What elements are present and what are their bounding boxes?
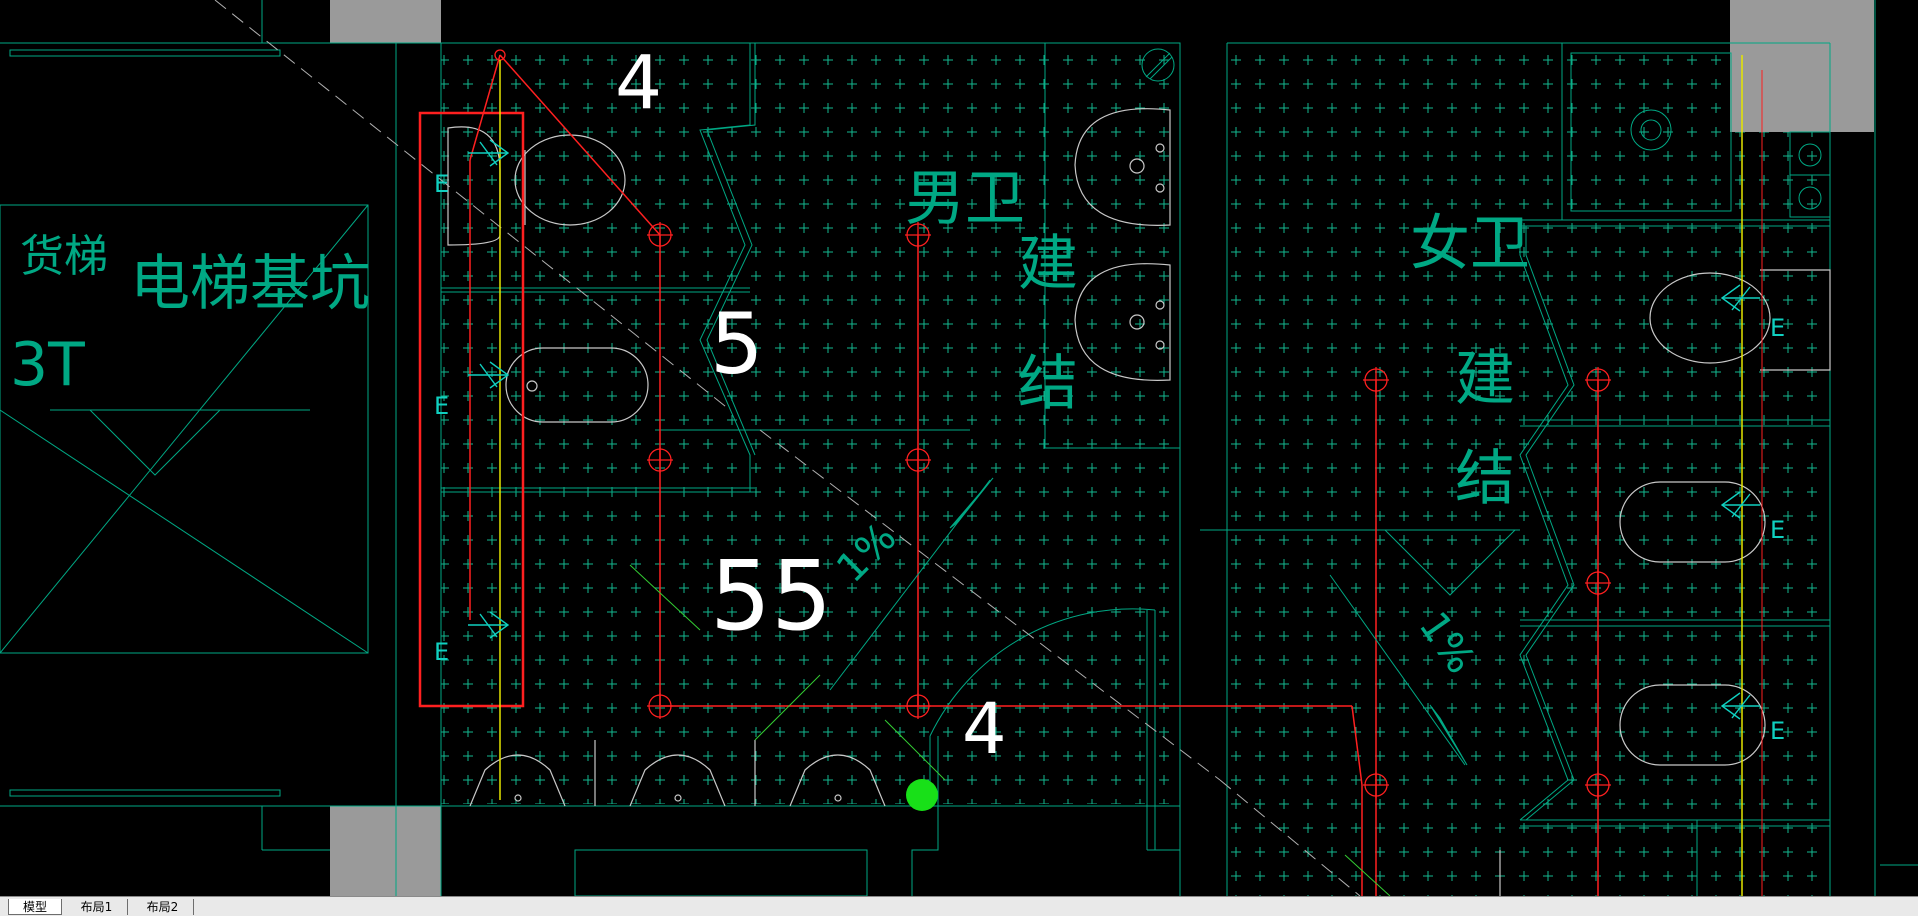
valve-label-e: E xyxy=(434,392,450,420)
floor-hatch xyxy=(441,44,1831,896)
valve-label-e: E xyxy=(1770,516,1786,544)
label-struct-1: 结 xyxy=(1018,349,1078,419)
label-elevator-pit: 电梯基坑 xyxy=(130,249,370,319)
label-built-2: 建 xyxy=(1455,344,1515,414)
tab-model[interactable]: 模型 xyxy=(8,899,62,915)
cad-viewport[interactable] xyxy=(0,0,1918,897)
tab-layout1[interactable]: 布局1 xyxy=(66,899,128,915)
drawing-canvas[interactable]: 货梯 3T 电梯基坑 男卫 建 结 女卫 建 结 4 5 55 4 1% 1% … xyxy=(0,0,1918,897)
valve-label-e: E xyxy=(434,170,450,198)
dimension-4-bottom: 4 xyxy=(962,688,1007,770)
dimension-5: 5 xyxy=(710,295,764,393)
label-capacity: 3T xyxy=(10,330,85,400)
label-male-toilet: 男卫 xyxy=(905,164,1025,234)
grip-point-icon[interactable] xyxy=(906,779,938,811)
tab-layout2[interactable]: 布局2 xyxy=(132,899,194,915)
valve-label-e: E xyxy=(1770,717,1786,745)
label-struct-2: 结 xyxy=(1455,444,1515,514)
dimension-4-top: 4 xyxy=(615,40,663,126)
valve-label-e: E xyxy=(1770,314,1786,342)
label-female-toilet: 女卫 xyxy=(1410,209,1530,279)
dimension-55: 55 xyxy=(710,540,833,652)
label-built-1: 建 xyxy=(1018,229,1078,299)
layout-tab-bar: 模型 布局1 布局2 xyxy=(0,896,1918,916)
valve-label-e: E xyxy=(434,638,450,666)
label-freight-elevator: 货梯 xyxy=(20,231,108,282)
